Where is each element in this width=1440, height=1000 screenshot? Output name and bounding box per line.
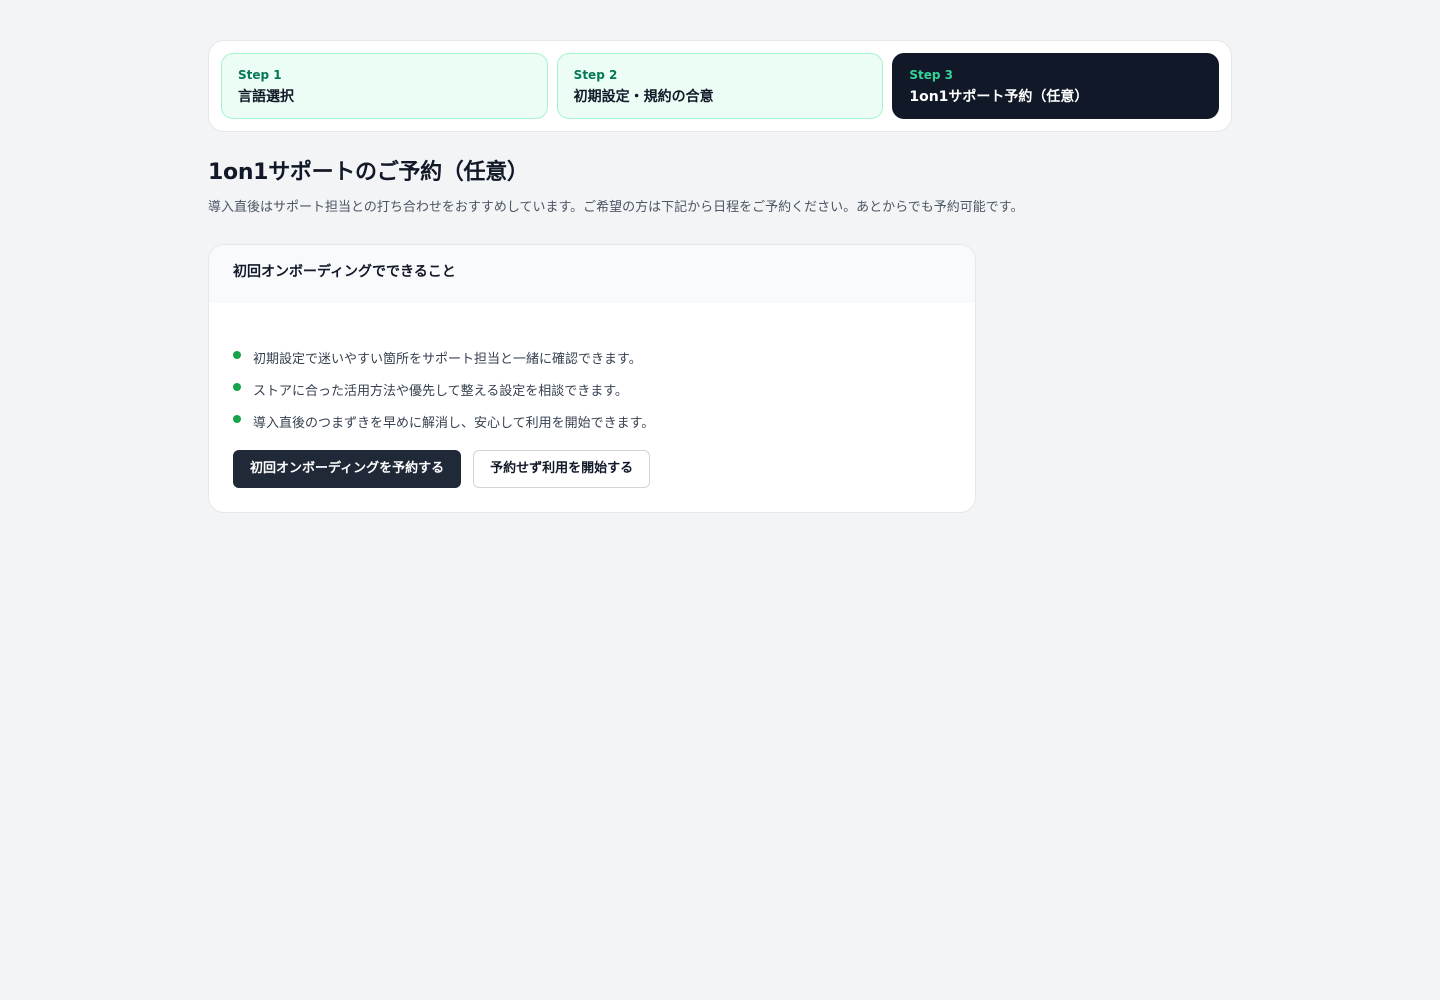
step-2: Step 2 初期設定・規約の合意 xyxy=(556,53,884,119)
step-title: 初期設定・規約の合意 xyxy=(573,89,714,105)
step-number: Step 3 xyxy=(909,68,953,82)
benefit-list: 初期設定で迷いやすい箇所をサポート担当と一緒に確認できます。 ストアに合った活用… xyxy=(233,341,654,437)
card-actions: 初回オンボーディングを予約する 予約せず利用を開始する xyxy=(233,450,651,488)
step-1: Step 1 言語選択 xyxy=(221,53,548,119)
bullet-dot-icon xyxy=(233,383,241,391)
step-3-active: Step 3 1on1サポート予約（任意） xyxy=(892,53,1220,119)
skip-and-start-button[interactable]: 予約せず利用を開始する xyxy=(473,450,651,488)
onboarding-card: 初回オンボーディングでできること 初期設定で迷いやすい箇所をサポート担当と一緒に… xyxy=(208,244,976,513)
step-number: Step 2 xyxy=(573,68,618,82)
bullet-dot-icon xyxy=(233,351,241,359)
list-item: ストアに合った活用方法や優先して整える設定を相談できます。 xyxy=(233,373,654,405)
list-item-text: 導入直後のつまずきを早めに解消し、安心して利用を開始できます。 xyxy=(253,415,655,431)
list-item: 初期設定で迷いやすい箇所をサポート担当と一緒に確認できます。 xyxy=(233,341,654,373)
step-title: 1on1サポート予約（任意） xyxy=(909,89,1089,105)
page-title: 1on1サポートのご予約（任意） xyxy=(208,160,529,185)
bullet-dot-icon xyxy=(233,415,241,423)
page-description: 導入直後はサポート担当との打ち合わせをおすすめしています。ご希望の方は下記から日… xyxy=(208,200,1024,215)
list-item-text: ストアに合った活用方法や優先して整える設定を相談できます。 xyxy=(253,383,628,399)
stepper: Step 1 言語選択 Step 2 初期設定・規約の合意 Step 3 1on… xyxy=(208,40,1232,132)
list-item: 導入直後のつまずきを早めに解消し、安心して利用を開始できます。 xyxy=(233,405,654,437)
step-number: Step 1 xyxy=(238,68,282,82)
list-item-text: 初期設定で迷いやすい箇所をサポート担当と一緒に確認できます。 xyxy=(253,351,642,367)
step-title: 言語選択 xyxy=(238,89,294,105)
book-onboarding-button[interactable]: 初回オンボーディングを予約する xyxy=(233,450,462,488)
card-title: 初回オンボーディングでできること xyxy=(209,245,975,302)
